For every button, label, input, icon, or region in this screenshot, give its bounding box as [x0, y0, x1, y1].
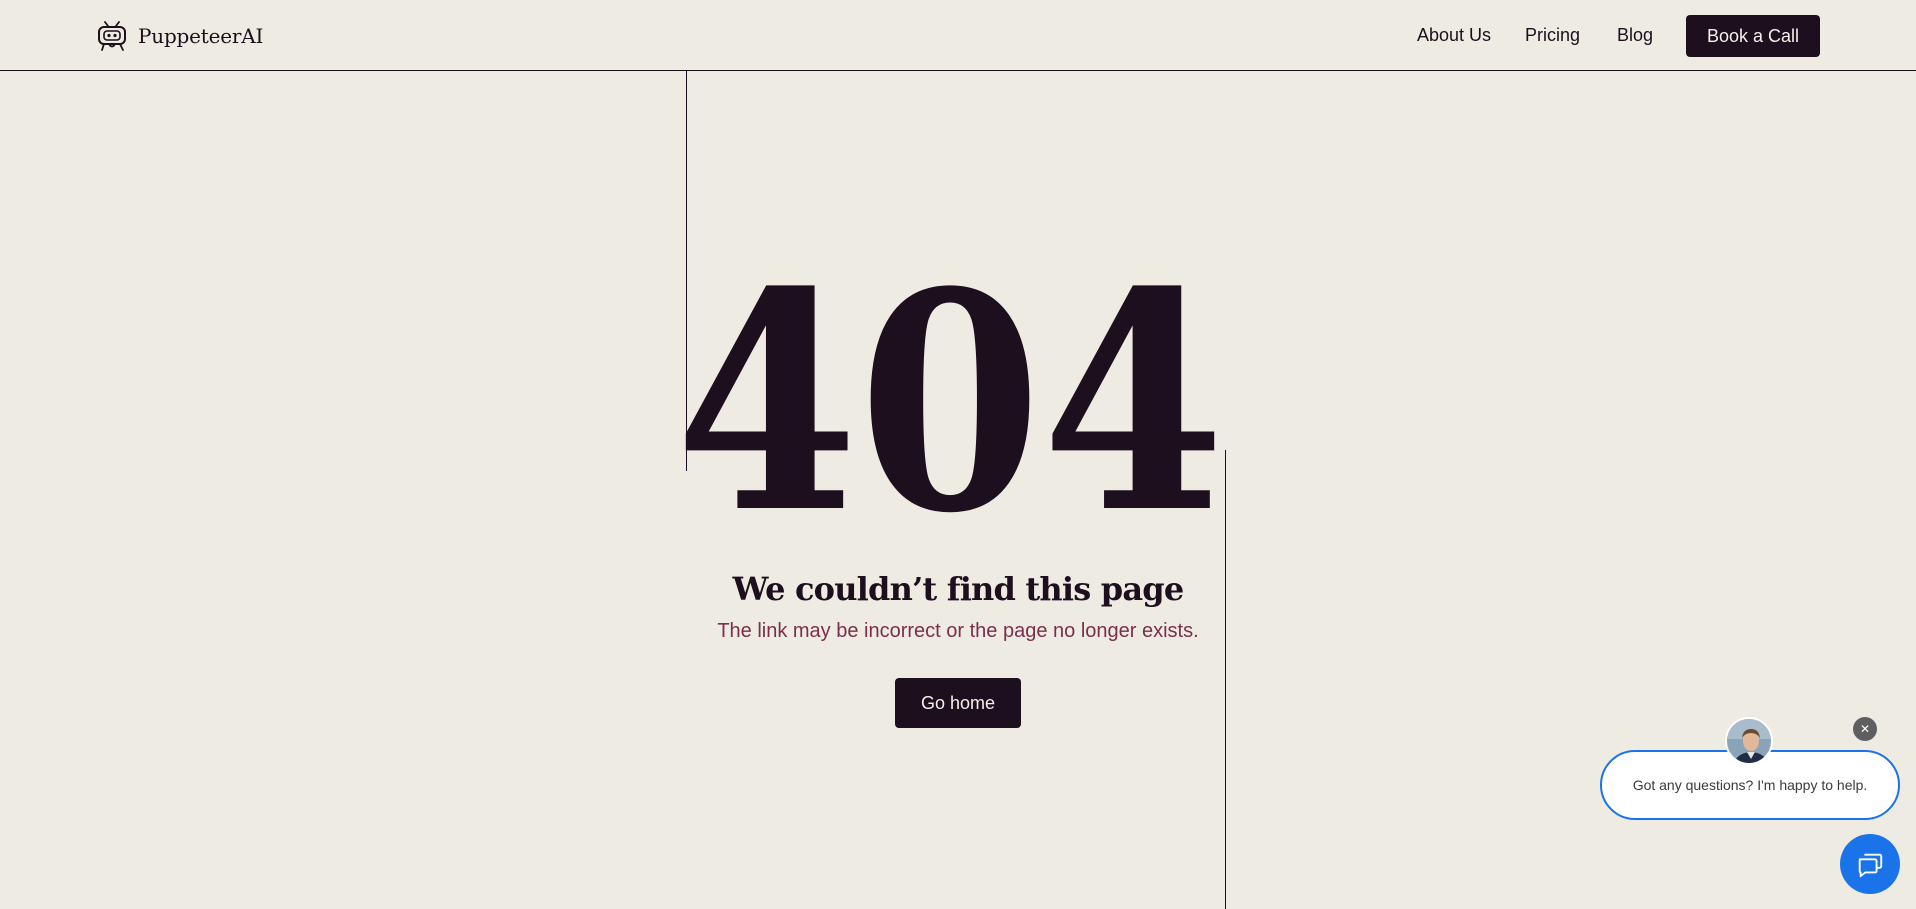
brand-logo[interactable]: PuppeteerAI [95, 18, 263, 54]
error-title: We couldn’t find this page [732, 570, 1185, 608]
error-code-text: 404 [675, 240, 1225, 530]
puppet-robot-icon [98, 21, 126, 51]
book-a-call-button[interactable]: Book a Call [1686, 15, 1820, 57]
error-code: 404 [675, 240, 1225, 530]
nav-pricing[interactable]: Pricing [1525, 25, 1580, 46]
chat-launcher-button[interactable] [1840, 834, 1900, 894]
close-chat-icon[interactable]: ✕ [1853, 717, 1877, 741]
chat-bubbles-icon [1858, 853, 1883, 878]
support-agent-avatar [1725, 717, 1773, 765]
chat-greeting-text: Got any questions? I'm happy to help. [1632, 777, 1868, 793]
brand-name: PuppeteerAI [138, 24, 264, 48]
nav-about-us[interactable]: About Us [1417, 25, 1491, 46]
nav-blog[interactable]: Blog [1617, 25, 1653, 46]
site-header: PuppeteerAI About Us Pricing Blog Book a… [0, 0, 1916, 71]
error-message: The link may be incorrect or the page no… [717, 620, 1199, 642]
go-home-button[interactable]: Go home [895, 678, 1021, 728]
